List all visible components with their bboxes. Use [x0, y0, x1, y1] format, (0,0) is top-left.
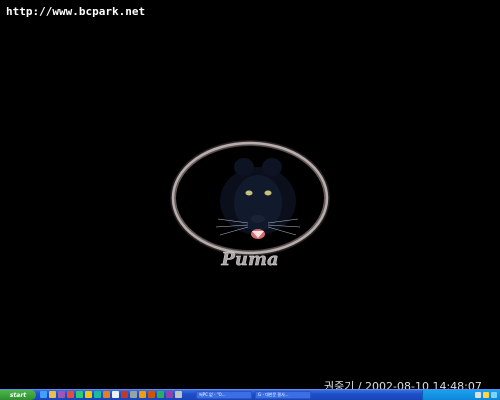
- task-button-label: 써PC 없 - "O...: [199, 392, 226, 397]
- url-text: http://www.bcpark.net: [6, 5, 146, 18]
- task-button[interactable]: 써PC 없 - "O...: [196, 391, 252, 399]
- app-icon[interactable]: [76, 391, 83, 398]
- app-icon[interactable]: [175, 391, 182, 398]
- task-button[interactable]: G - 대한문 필사...: [255, 391, 311, 399]
- app-icon[interactable]: [103, 391, 110, 398]
- task-button-label: G - 대한문 필사...: [258, 392, 289, 397]
- app-icon[interactable]: [157, 391, 164, 398]
- internet-explorer-icon[interactable]: [40, 391, 47, 398]
- tray-app-icon[interactable]: [491, 392, 497, 398]
- start-button[interactable]: start: [0, 390, 36, 400]
- desktop: http://www.bcpark.net Puma 권중기 / 2002-08…: [0, 0, 500, 400]
- app-icon[interactable]: [166, 391, 173, 398]
- app-icon[interactable]: [121, 391, 128, 398]
- app-icon[interactable]: [67, 391, 74, 398]
- quick-launch-bar: [40, 391, 182, 398]
- start-label: start: [9, 391, 27, 399]
- app-icon[interactable]: [94, 391, 101, 398]
- network-icon[interactable]: [475, 392, 481, 398]
- volume-icon[interactable]: [483, 392, 489, 398]
- system-tray: [422, 390, 500, 400]
- folder-icon[interactable]: [49, 391, 56, 398]
- puma-logo-text: Puma: [220, 249, 278, 270]
- puma-wallpaper: Puma: [170, 140, 330, 270]
- app-icon[interactable]: [130, 391, 137, 398]
- app-icon[interactable]: [139, 391, 146, 398]
- task-buttons: 써PC 없 - "O... G - 대한문 필사...: [196, 391, 311, 399]
- taskbar: start 써PC 없 - "O... G - 대한문 필사...: [0, 389, 500, 400]
- app-icon[interactable]: [112, 391, 119, 398]
- app-icon[interactable]: [148, 391, 155, 398]
- media-icon[interactable]: [58, 391, 65, 398]
- app-icon[interactable]: [85, 391, 92, 398]
